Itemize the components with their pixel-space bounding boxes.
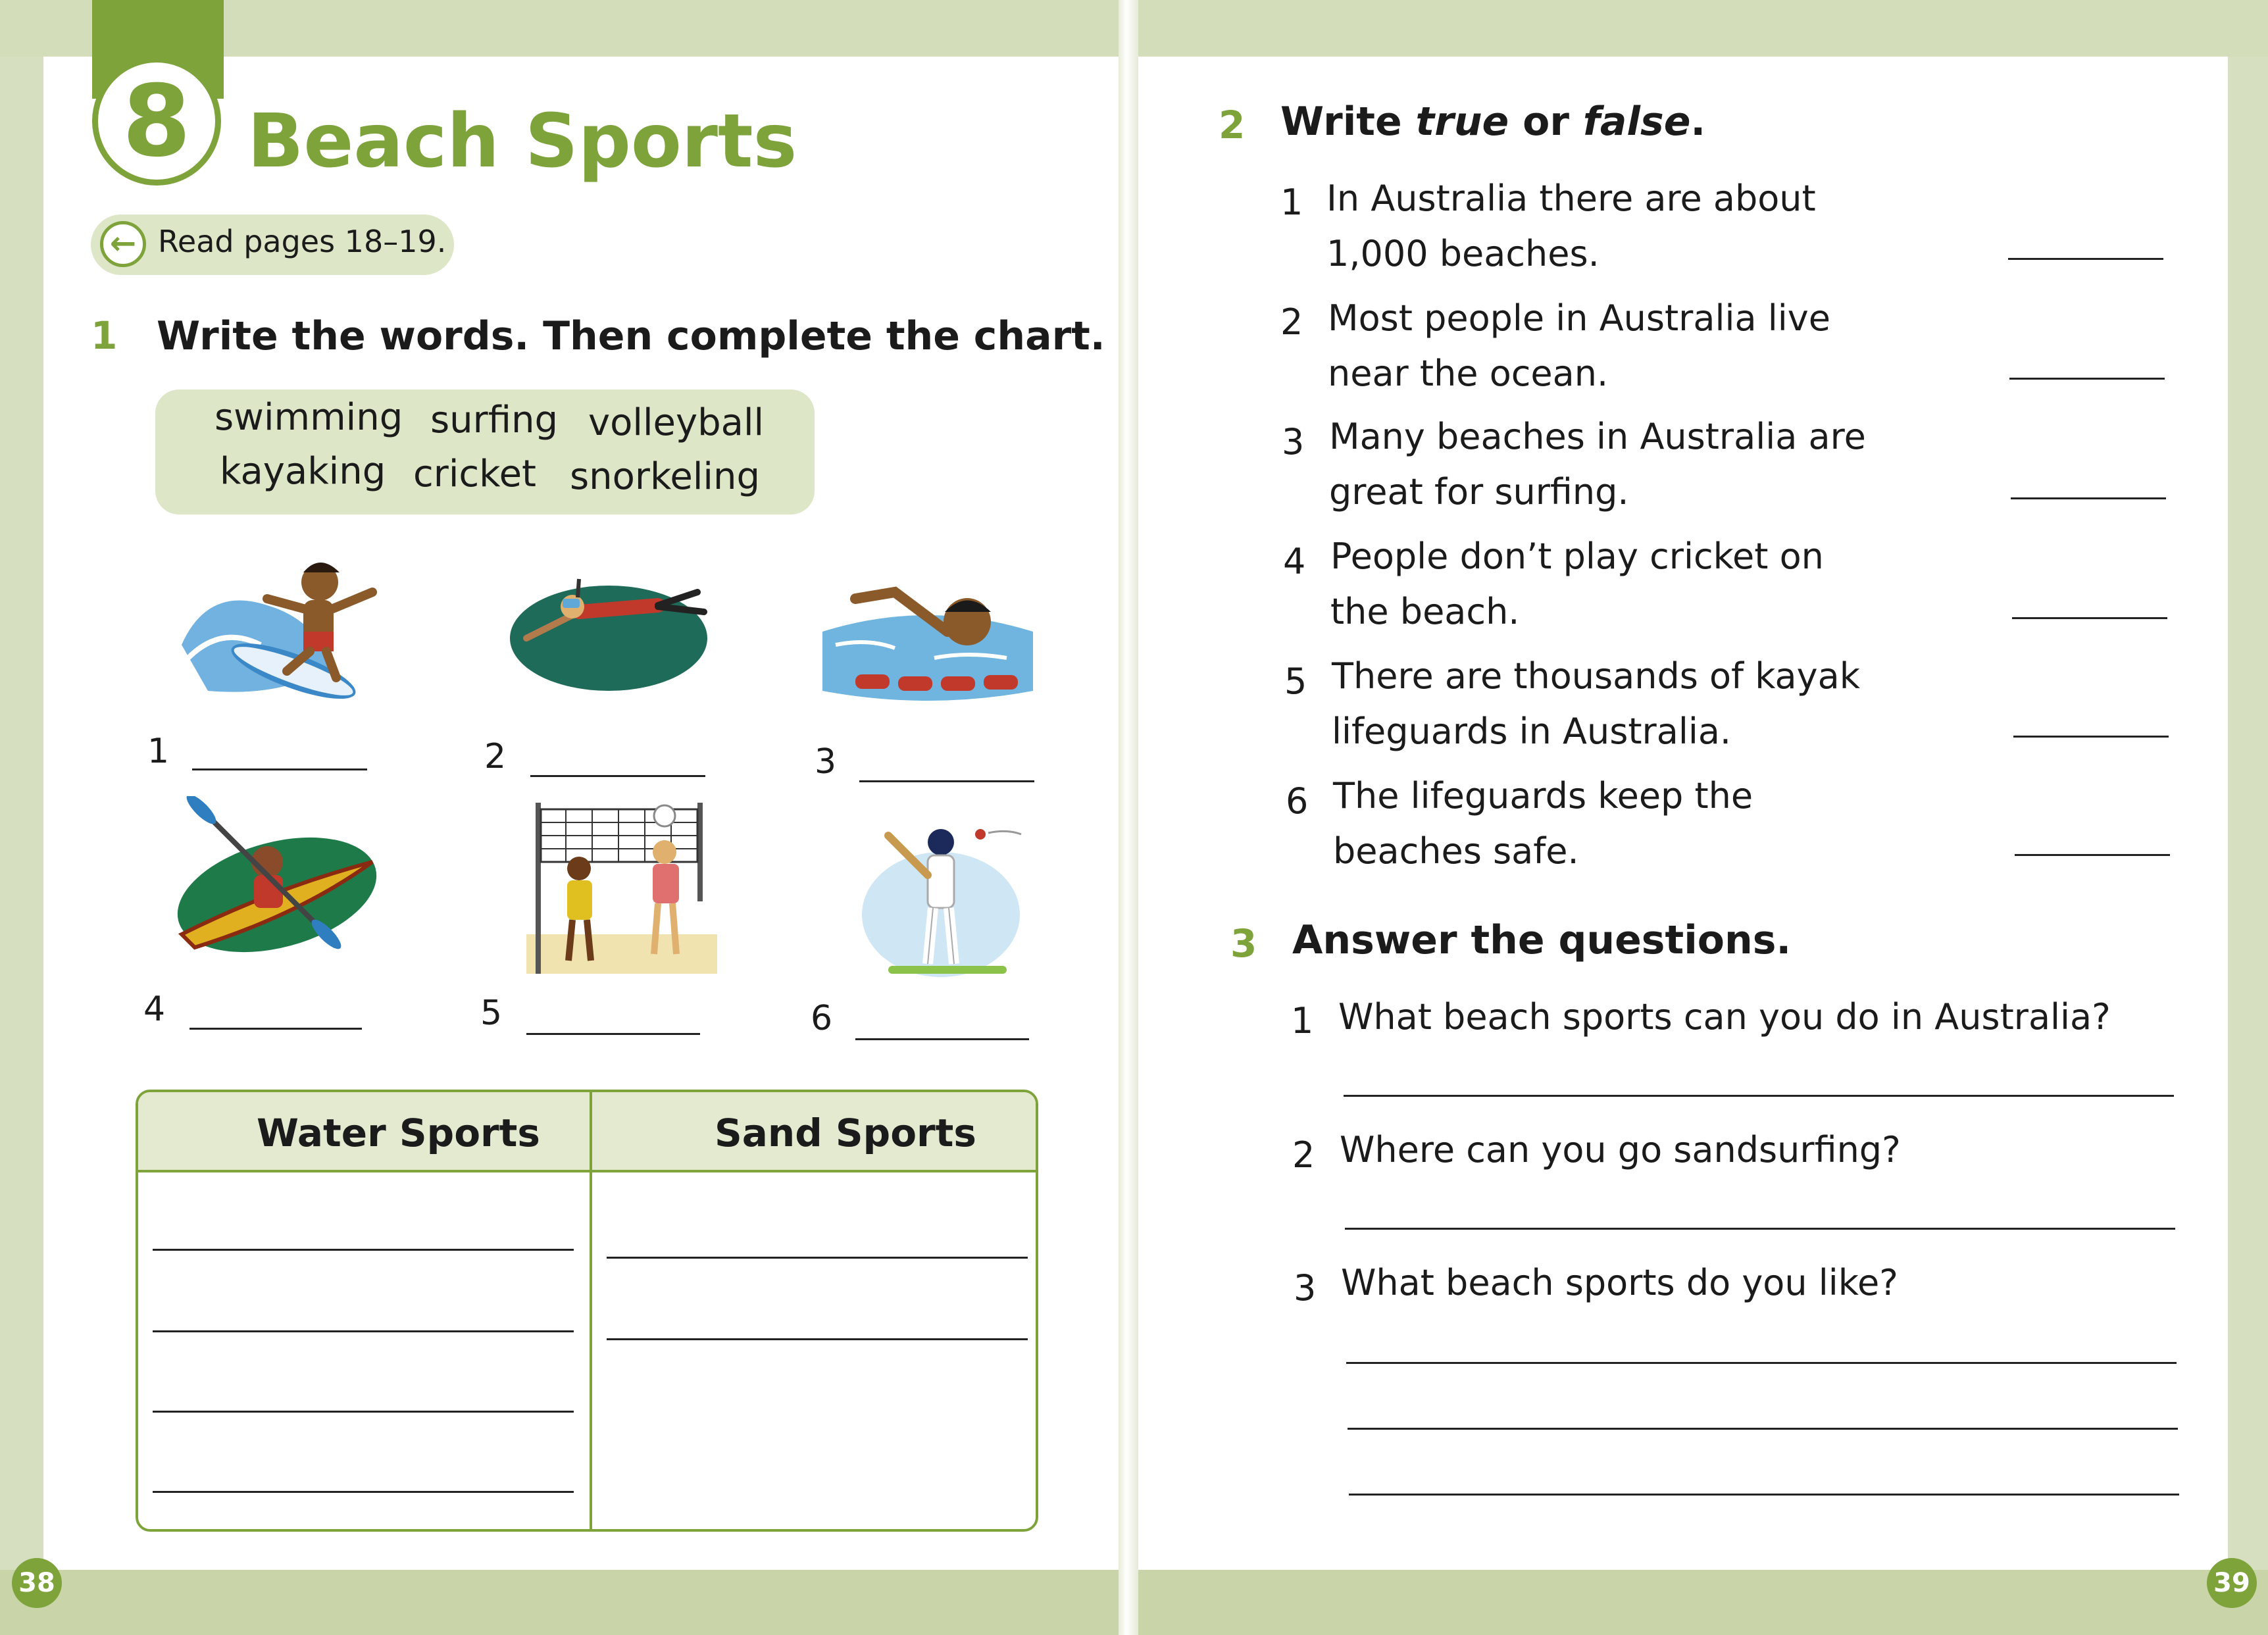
picture-2-answer-line[interactable] [530, 775, 705, 777]
snorkeling-illustration [510, 578, 707, 691]
tf-item-1-text: In Australia there are about 1,000 beache… [1326, 171, 1919, 282]
exercise-1-instruction: Write the words. Then complete the chart… [157, 313, 1105, 359]
exercise-1-number: 1 [91, 313, 118, 358]
question-1-number: 1 [1291, 1000, 1314, 1042]
question-2-number: 2 [1292, 1134, 1315, 1176]
instruction-write: Write [1280, 99, 1416, 145]
picture-4-number: 4 [143, 990, 166, 1029]
question-3-text: What beach sports do you like? [1341, 1262, 1898, 1303]
sand-sports-line-1[interactable] [607, 1257, 1028, 1259]
tf-item-6-answer-line[interactable] [2015, 854, 2170, 856]
read-pages-text: Read pages 18–19. [158, 224, 447, 259]
tf-item-3-text: Many beaches in Australia are great for s… [1329, 409, 1921, 520]
question-1-answer-line[interactable] [1344, 1095, 2174, 1097]
picture-4-answer-line[interactable] [189, 1028, 362, 1030]
chart-header-sand-sports: Sand Sports [715, 1111, 976, 1155]
tf-item-3-line1: Many beaches in Australia are [1329, 416, 1866, 457]
question-2-text: Where can you go sandsurfing? [1340, 1129, 1901, 1170]
exercise-2-number: 2 [1219, 103, 1246, 147]
exercise-3-instruction: Answer the questions. [1292, 917, 1792, 963]
page-title: Beach Sports [247, 99, 797, 184]
picture-3-number: 3 [815, 742, 837, 782]
tf-item-1-line1: In Australia there are about [1326, 178, 1816, 219]
question-3-answer-line-1[interactable] [1346, 1362, 2177, 1364]
tf-item-1-answer-line[interactable] [2008, 258, 2163, 260]
book-gutter [1119, 0, 1138, 1635]
chart-header-water-sports: Water Sports [257, 1111, 540, 1155]
instruction-period: . [1690, 99, 1706, 145]
tf-item-2-number: 2 [1280, 301, 1303, 343]
tf-item-4-text: People don’t play cricket on the beach. [1330, 529, 1923, 640]
instruction-or: or [1509, 99, 1583, 145]
page-number-left: 38 [12, 1558, 62, 1608]
arrow-left-icon: ← [100, 221, 146, 267]
tf-item-4-number: 4 [1283, 541, 1306, 582]
picture-2-number: 2 [484, 737, 507, 776]
word-swimming: swimming [214, 396, 403, 439]
water-sports-line-4[interactable] [153, 1491, 574, 1493]
tf-item-5-line1: There are thousands of kayak [1332, 655, 1860, 697]
tf-item-4-answer-line[interactable] [2012, 617, 2167, 619]
tf-item-2-line2: near the ocean. [1328, 353, 1609, 394]
tf-item-6-line1: The lifeguards keep the [1333, 775, 1753, 817]
volleyball-illustration [526, 803, 717, 974]
surfing-illustration [182, 563, 377, 699]
sports-chart: Water Sports Sand Sports [136, 1090, 1038, 1532]
unit-number: 8 [122, 64, 191, 179]
tf-item-2-line1: Most people in Australia live [1328, 297, 1830, 339]
word-surfing: surfing [430, 399, 559, 441]
tf-item-2-answer-line[interactable] [2009, 378, 2165, 380]
exercise-2-instruction: Write true or false. [1280, 99, 1705, 145]
picture-6-answer-line[interactable] [855, 1038, 1029, 1040]
chart-divider [590, 1092, 592, 1529]
tf-item-1-number: 1 [1280, 182, 1303, 223]
tf-item-6-line2: beaches safe. [1333, 830, 1579, 872]
tf-item-4-line1: People don’t play cricket on [1330, 536, 1824, 577]
picture-3-answer-line[interactable] [859, 780, 1034, 782]
tf-item-2-text: Most people in Australia live near the oc… [1328, 291, 1920, 401]
kayaking-illustration [177, 796, 377, 953]
tf-item-5-number: 5 [1284, 661, 1307, 702]
tf-item-5-text: There are thousands of kayak lifeguards i… [1332, 649, 1924, 759]
tf-item-5-answer-line[interactable] [2013, 736, 2169, 738]
question-2-answer-line[interactable] [1345, 1228, 2175, 1230]
word-kayaking: kayaking [220, 450, 386, 493]
cricket-illustration [862, 829, 1022, 977]
instruction-true: true [1415, 99, 1509, 145]
tf-item-6-number: 6 [1286, 780, 1309, 822]
question-3-answer-line-2[interactable] [1348, 1428, 2178, 1430]
question-3-number: 3 [1294, 1267, 1317, 1309]
page-number-right: 39 [2207, 1558, 2257, 1608]
tf-item-3-answer-line[interactable] [2011, 497, 2166, 499]
swimming-illustration [822, 586, 1033, 701]
water-sports-line-2[interactable] [153, 1330, 574, 1332]
picture-1-answer-line[interactable] [192, 768, 367, 770]
tf-item-6-text: The lifeguards keep the beaches safe. [1333, 768, 1925, 879]
picture-1-number: 1 [147, 732, 170, 771]
question-3-answer-line-3[interactable] [1349, 1494, 2179, 1496]
tf-item-1-line2: 1,000 beaches. [1326, 233, 1600, 274]
water-sports-line-1[interactable] [153, 1249, 574, 1251]
word-volleyball: volleyball [588, 401, 765, 444]
word-cricket: cricket [413, 453, 537, 495]
tf-item-3-number: 3 [1282, 421, 1305, 463]
tf-item-5-line2: lifeguards in Australia. [1332, 711, 1732, 752]
picture-5-number: 5 [480, 994, 503, 1033]
exercise-3-number: 3 [1230, 921, 1257, 966]
question-1-text: What beach sports can you do in Australi… [1338, 996, 2111, 1038]
sand-sports-line-2[interactable] [607, 1338, 1028, 1340]
picture-6-number: 6 [811, 999, 833, 1038]
instruction-false: false [1582, 99, 1691, 145]
word-snorkeling: snorkeling [570, 455, 760, 498]
water-sports-line-3[interactable] [153, 1411, 574, 1413]
tf-item-3-line2: great for surfing. [1329, 471, 1629, 513]
tf-item-4-line2: the beach. [1330, 591, 1520, 632]
picture-5-answer-line[interactable] [526, 1033, 700, 1035]
